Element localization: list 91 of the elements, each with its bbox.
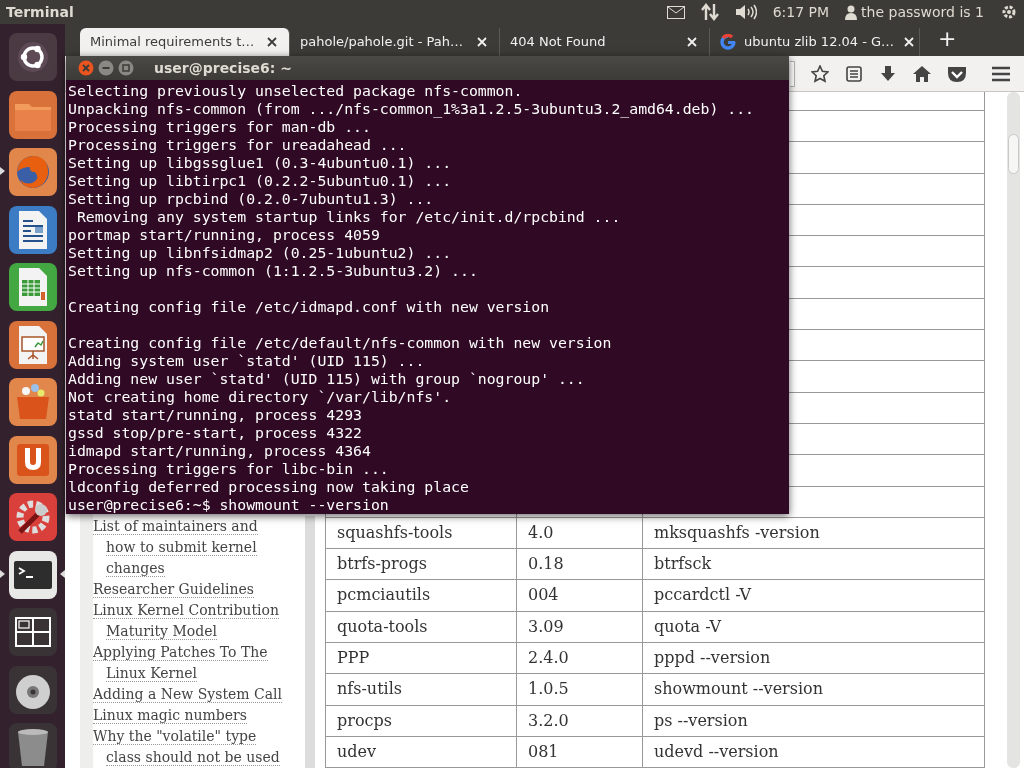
table-cell: quota-tools <box>326 611 517 643</box>
spreadsheet-icon[interactable] <box>8 262 58 312</box>
table-cell: PPP <box>326 643 517 674</box>
maximize-button[interactable] <box>118 60 134 76</box>
terminal-line: Processing triggers for ureadahead ... <box>68 136 408 154</box>
terminal-line: Adding new user `statd' (UID 115) with group `nogroup' ... <box>68 370 586 388</box>
table-cell-text: pccardctl -V <box>653 584 753 607</box>
terminal-line: Unpacking nfs-common (from .../nfs-common_1%3a1.2.5-3ubuntu3.2_amd64.deb) ... <box>68 100 755 118</box>
tab-title: pahole/pahole.git - Pah… <box>300 33 464 52</box>
terminal-line: user@precise6:~$ showmount --version <box>68 496 390 514</box>
table-cell: nfs-utils <box>326 674 517 705</box>
table-cell-text: pppd --version <box>653 647 772 670</box>
terminal-line: Setting up libnfsidmap2 (0.25-1ubuntu2) ... <box>68 244 453 262</box>
presentation-icon[interactable] <box>8 319 58 370</box>
trash-icon[interactable] <box>8 722 58 768</box>
terminal-line: statd start/running, process 4293 <box>68 406 363 424</box>
network-icon[interactable] <box>700 3 719 21</box>
globe-fox-icon[interactable] <box>8 147 58 197</box>
gear-wrench-icon[interactable] <box>8 492 58 542</box>
terminal-line: Processing triggers for man-db ... <box>68 118 372 136</box>
sidebar-link[interactable]: List of maintainers and how to submit kernel changes <box>93 516 305 579</box>
close-button[interactable] <box>78 60 94 76</box>
scroll-thumb[interactable] <box>1008 134 1019 174</box>
clock[interactable]: 6:17 PM <box>772 1 830 23</box>
sidebar-link[interactable]: Linux magic numbers <box>93 705 305 726</box>
terminal-line: ldconfig deferred processing now taking place <box>68 478 470 496</box>
terminal-line: Not creating home directory `/var/lib/nfs'. <box>68 388 453 406</box>
close-tab-button[interactable] <box>685 37 699 47</box>
table-cell: btrfs-progs <box>326 549 517 580</box>
sidebar-link[interactable]: Linux Kernel Contribution Maturity Model <box>93 600 305 642</box>
terminal-line: Processing triggers for libc-bin ... <box>68 460 390 478</box>
sidebar-link[interactable]: Adding a New System Call <box>93 684 305 705</box>
table-cell: pcmciautils <box>326 580 517 611</box>
terminal-line: portmap start/running, process 4059 <box>68 226 381 244</box>
close-tab-button[interactable] <box>902 37 917 47</box>
sidebar-scrollbar[interactable] <box>305 516 315 768</box>
table-cell: 4.0 <box>517 517 643 549</box>
table-cell: 2.4.0 <box>517 643 643 674</box>
table-cell: 0.18 <box>517 549 643 580</box>
window-title: user@precise6: ~ <box>154 58 292 78</box>
tab-title: ubuntu zlib 12.04 - G… <box>744 33 895 52</box>
tab-title: 404 Not Found <box>510 33 607 52</box>
table-cell: 3.09 <box>517 611 643 643</box>
table-cell-text: showmount --version <box>653 678 824 701</box>
power-icon[interactable] <box>1000 3 1018 21</box>
new-tab-button[interactable]: + <box>928 28 967 52</box>
browser-tab[interactable]: Minimal requirements t… <box>80 28 290 56</box>
terminal-line: Setting up rpcbind (0.2.0-7ubuntu1.3) ... <box>68 190 435 208</box>
table-cell: 1.0.5 <box>517 674 643 705</box>
terminal-icon[interactable] <box>8 549 58 600</box>
sidebar-link[interactable]: Why the "volatile" type class should not be used <box>93 726 305 768</box>
close-tab-button[interactable] <box>265 37 279 47</box>
shopping-bag-icon[interactable] <box>8 377 58 427</box>
app-title: Terminal <box>6 2 74 22</box>
dash-home-icon[interactable] <box>8 32 58 82</box>
terminal-line: Adding system user `statd' (UID 115) ... <box>68 352 426 370</box>
page-scrollbar[interactable] <box>1007 92 1020 768</box>
table-cell: udev <box>326 736 517 768</box>
terminal-line: Removing any system startup links for /etc/init.d/rpcbind ... <box>75 208 622 226</box>
folder-icon[interactable] <box>8 89 58 140</box>
terminal-line: Selecting previously unselected package nfs-common. <box>68 82 524 100</box>
terminal-line: gssd stop/pre-start, process 4322 <box>68 424 363 442</box>
document-icon[interactable] <box>8 204 58 255</box>
terminal-line: Creating config file /etc/default/nfs-common with new version <box>68 334 613 352</box>
sidebar-link[interactable]: Applying Patches To The Linux Kernel <box>93 642 305 684</box>
letter-u-icon[interactable] <box>8 434 58 485</box>
table-cell-text: udevd --version <box>653 740 780 763</box>
mail-icon[interactable] <box>666 5 685 19</box>
table-cell: 3.2.0 <box>517 705 643 736</box>
workspace-grid-icon[interactable] <box>8 607 58 657</box>
terminal-line: idmapd start/running, process 4364 <box>68 442 372 460</box>
terminal-line: Setting up libgssglue1 (0.3-4ubuntu0.1) ... <box>68 154 453 172</box>
volume-icon[interactable] <box>734 4 757 20</box>
table-cell-text: mksquashfs -version <box>653 521 821 544</box>
table-cell: squashfs-tools <box>326 517 517 549</box>
tab-title: Minimal requirements t… <box>90 33 256 52</box>
table-cell-text: ps --version <box>653 709 749 732</box>
minimize-button[interactable] <box>98 60 114 76</box>
sidebar-link[interactable]: Researcher Guidelines <box>93 579 305 600</box>
user-name[interactable]: the password is 1 <box>861 1 984 23</box>
table-cell: procps <box>326 705 517 736</box>
terminal-line: Creating config file /etc/idmapd.conf with new version <box>68 298 551 316</box>
table-cell-text: quota -V <box>653 615 723 638</box>
table-cell-text: btrfsck <box>653 553 713 576</box>
user-icon[interactable] <box>845 4 858 20</box>
address-field[interactable] <box>790 60 795 87</box>
close-tab-button[interactable] <box>475 37 489 47</box>
terminal-line: Setting up libtirpc1 (0.2.2-5ubuntu0.1) ... <box>68 172 453 190</box>
table-cell: 004 <box>517 580 643 611</box>
terminal-line: Setting up nfs-common (1:1.2.5-3ubuntu3.2) ... <box>68 262 479 280</box>
table-cell: 081 <box>517 736 643 768</box>
